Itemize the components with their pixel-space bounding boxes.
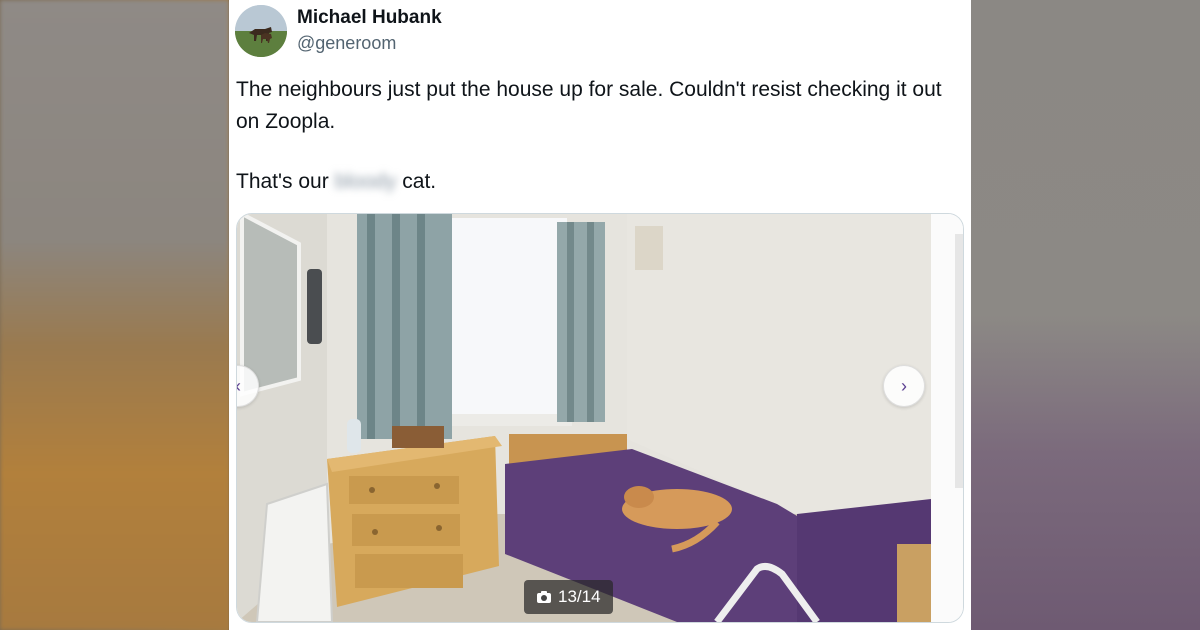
image-counter: 13/14 (524, 580, 613, 614)
tweet-line-2: That's our bloody cat. (236, 166, 966, 198)
next-image-button[interactable]: › (883, 365, 925, 407)
background-right (971, 0, 1200, 630)
chevron-left-icon: ‹ (237, 376, 241, 397)
redacted-word: bloody (334, 170, 397, 193)
tweet-line-1: The neighbours just put the house up for… (236, 78, 942, 133)
image-counter-text: 13/14 (558, 587, 601, 606)
bedroom-photo[interactable] (237, 214, 931, 622)
avatar[interactable] (235, 5, 287, 57)
next-image-peek (931, 214, 963, 622)
media-carousel[interactable]: ‹ › 13/14 (236, 213, 964, 623)
background-left (0, 0, 229, 630)
tweet-card: Michael Hubank @generoom The neighbours … (229, 0, 971, 630)
camera-icon (537, 591, 551, 603)
chevron-right-icon: › (901, 375, 907, 396)
tweet-text: The neighbours just put the house up for… (236, 74, 966, 198)
tweet-line-2-start: That's our (236, 170, 335, 193)
author-name[interactable]: Michael Hubank (297, 7, 442, 29)
author-handle[interactable]: @generoom (297, 33, 396, 54)
tweet-line-2-end: cat. (396, 170, 437, 193)
